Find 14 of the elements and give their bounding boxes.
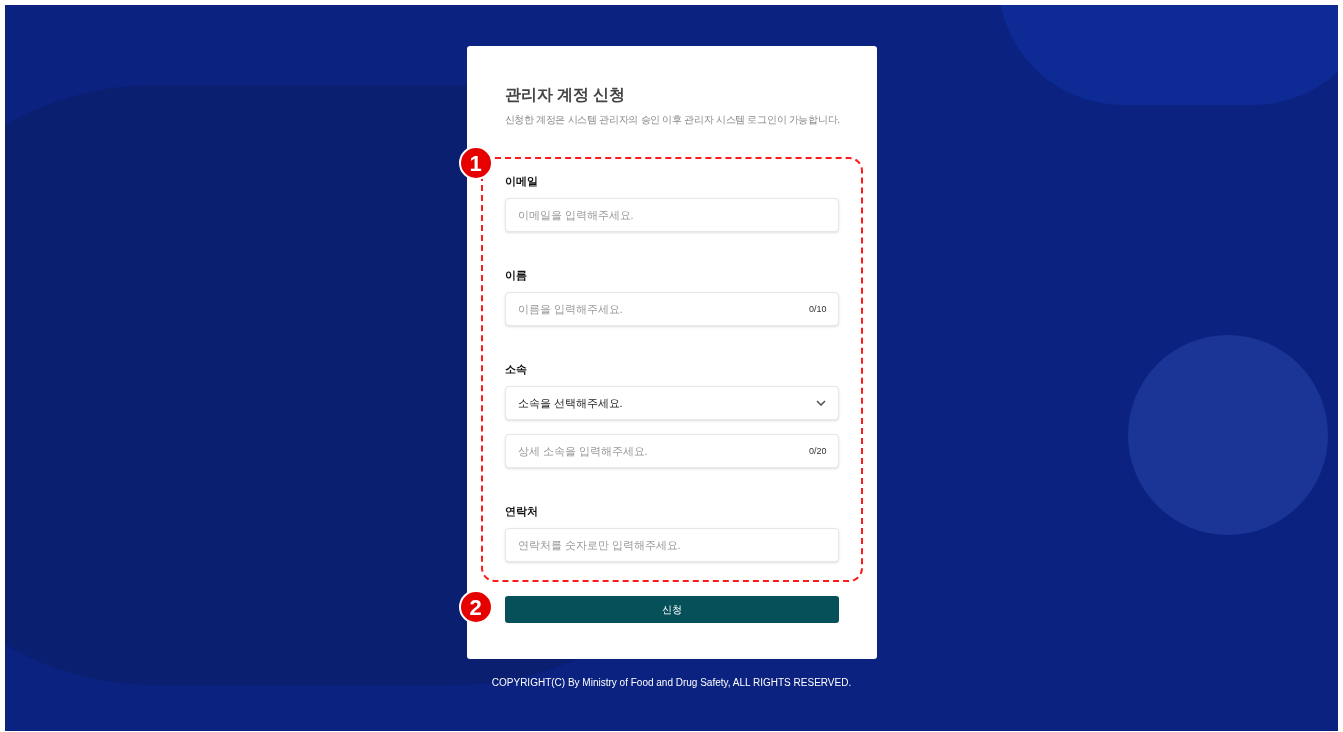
submit-button[interactable]: 신청 <box>504 596 839 623</box>
copyright-text: COPYRIGHT(C) By Ministry of Food and Drug Safety, ALL RIGHTS RESERVED. <box>491 676 852 690</box>
field-label: 이메일 <box>504 174 539 189</box>
select-field[interactable]: 소속을 선택해주세요. <box>504 386 839 420</box>
input-field[interactable]: 연락처를 숫자로만 입력해주세요. <box>504 528 839 562</box>
form-title: 관리자 계정 신청 <box>504 85 627 105</box>
chevron-down-icon <box>815 400 826 406</box>
character-counter: 0/10 <box>808 303 827 315</box>
field-label: 연락처 <box>504 504 539 519</box>
form-subtitle: 신청한 계정은 시스템 관리자의 승인 이후 관리자 시스템 로그인이 가능합니다. <box>504 113 839 127</box>
field-label: 이름 <box>504 268 528 283</box>
input-field[interactable]: 이메일을 입력해주세요. <box>504 198 839 232</box>
field-label: 소속 <box>504 362 528 377</box>
character-counter: 0/20 <box>808 445 827 457</box>
